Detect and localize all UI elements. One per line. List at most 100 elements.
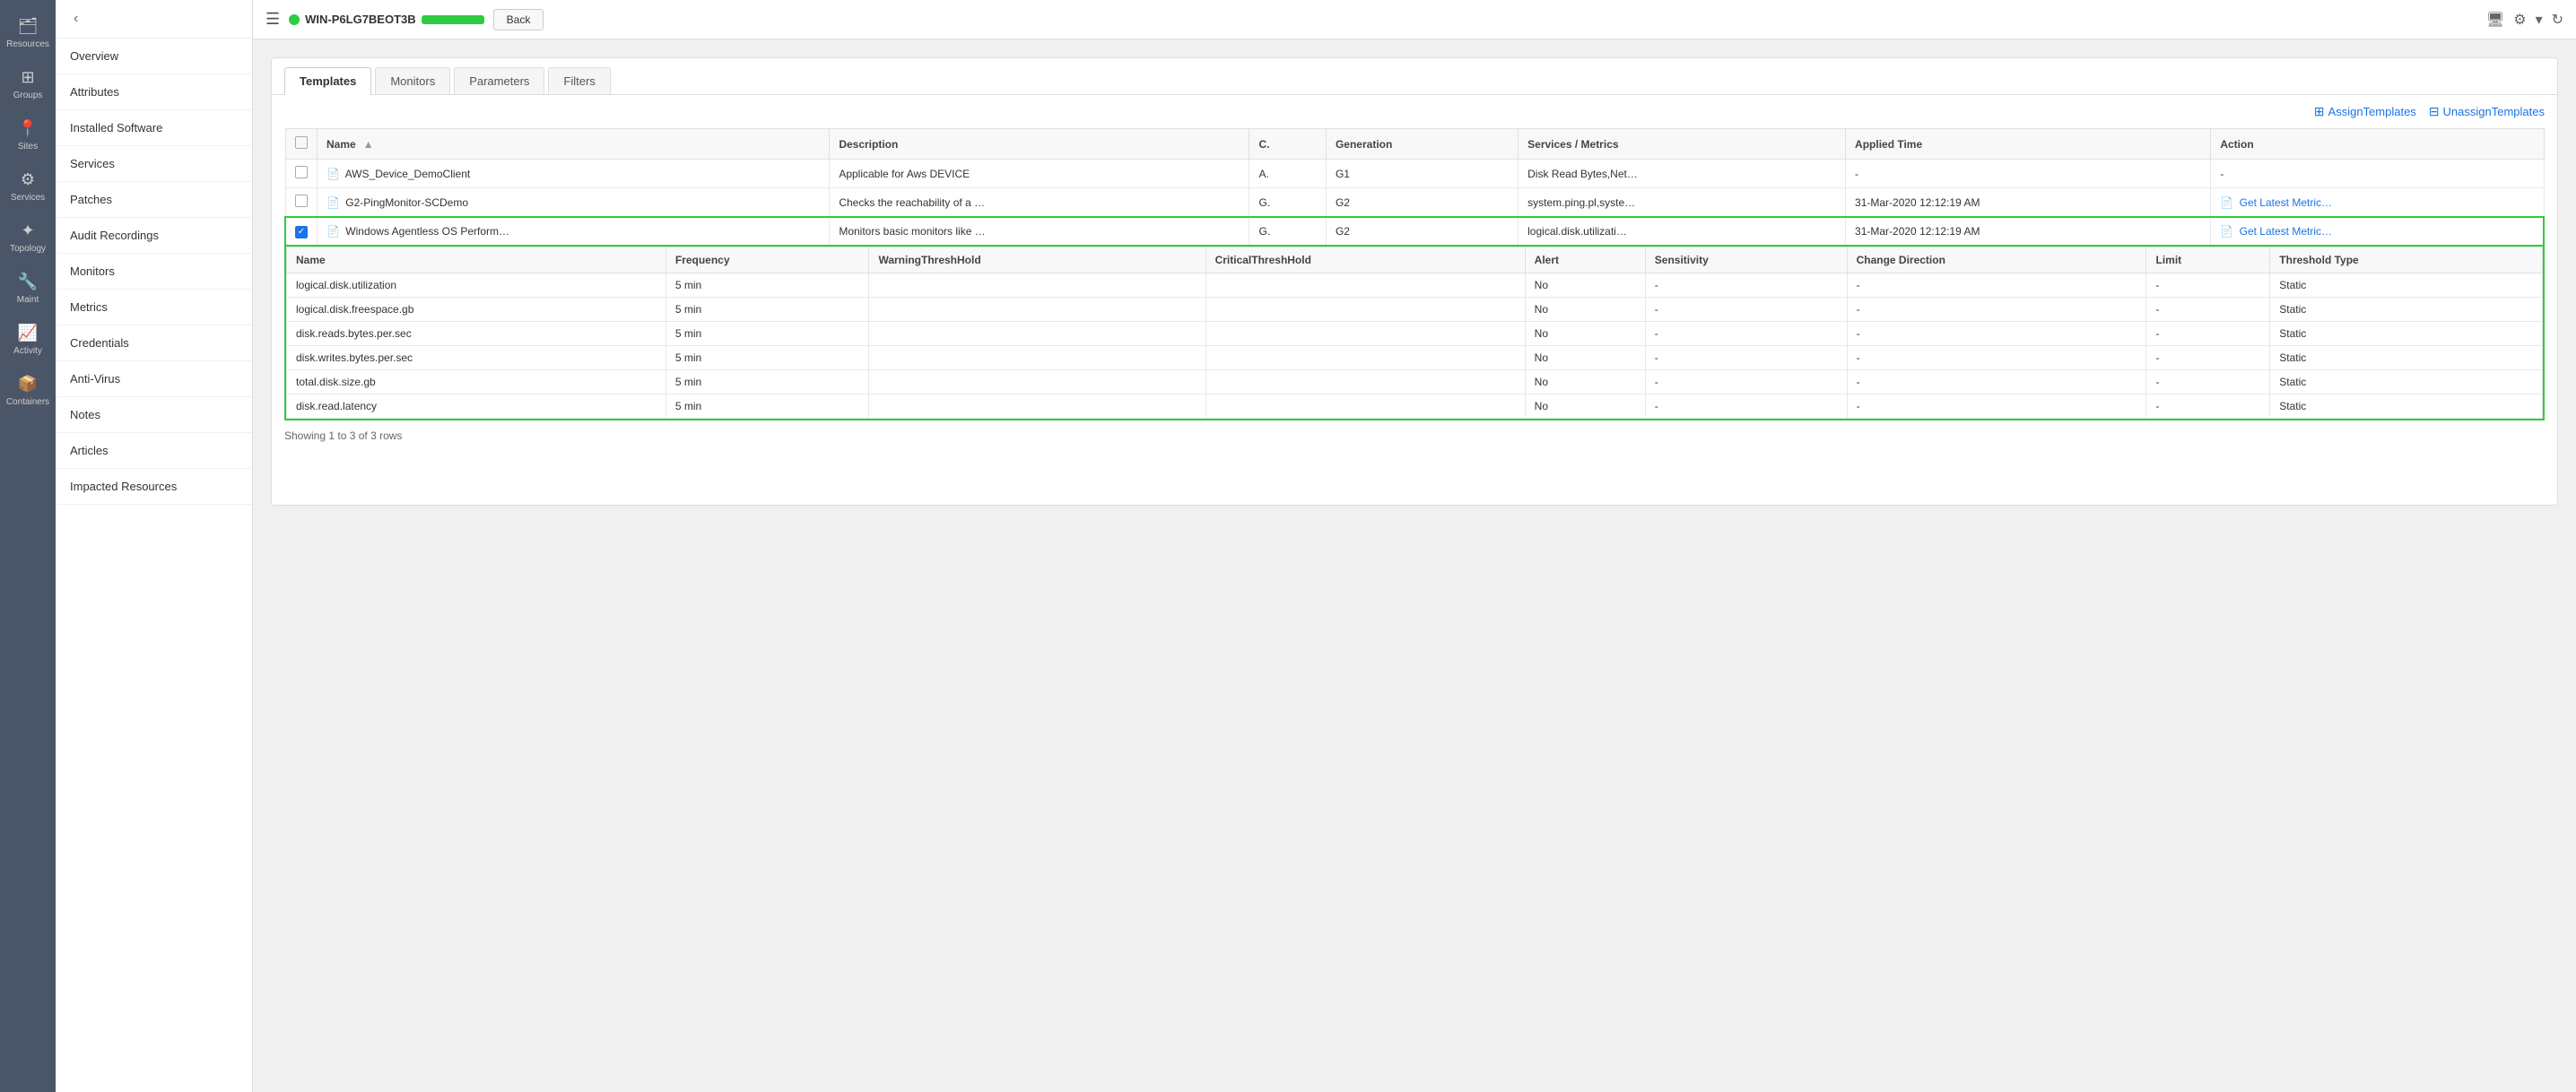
nav-groups-label: Groups <box>13 91 43 100</box>
nav-containers-label: Containers <box>6 397 49 407</box>
sub-row-sensitivity: - <box>1645 273 1847 297</box>
assign-templates-label: AssignTemplates <box>2328 105 2416 118</box>
table-body: 📄 AWS_Device_DemoClient Applicable for A… <box>285 160 2544 420</box>
sidebar-item-overview[interactable]: Overview <box>56 39 252 74</box>
tab-filters[interactable]: Filters <box>548 67 610 94</box>
sub-row-name: total.disk.size.gb <box>287 369 666 394</box>
unassign-templates-link[interactable]: ⊟ UnassignTemplates <box>2429 104 2545 119</box>
sub-row-frequency: 5 min <box>666 345 869 369</box>
sub-table-data-row: total.disk.size.gb 5 min No - - - Static <box>287 369 2543 394</box>
tab-templates[interactable]: Templates <box>284 67 371 95</box>
sidebar-item-attributes[interactable]: Attributes <box>56 74 252 110</box>
nav-topology[interactable]: ✦ Topology <box>0 212 56 263</box>
sub-header-limit: Limit <box>2146 247 2270 273</box>
nav-resources-label: Resources <box>6 39 49 49</box>
action-bar: ⊞ AssignTemplates ⊟ UnassignTemplates <box>272 95 2557 128</box>
nav-maint[interactable]: 🔧 Maint <box>0 263 56 314</box>
sub-row-critical <box>1205 297 1525 321</box>
sub-row-threshold-type: Static <box>2270 394 2543 418</box>
sub-row-sensitivity: - <box>1645 321 1847 345</box>
row1-action: - <box>2211 160 2544 188</box>
topbar: ☰ WIN-P6LG7BEOT3B Back 🖥 ⚙ ▾ ↻ <box>253 0 2576 39</box>
content-area: Templates Monitors Parameters Filters ⊞ … <box>253 39 2576 1092</box>
row2-checkbox[interactable] <box>295 195 308 207</box>
icon-navigation: 🗂 Resources ⊞ Groups 📍 Sites ⚙ Services … <box>0 0 56 1092</box>
row2-name: 📄 G2-PingMonitor-SCDemo <box>318 188 830 218</box>
action-doc-icon-3: 📄 <box>2220 225 2233 238</box>
sub-row-warning <box>869 345 1205 369</box>
row2-get-link[interactable]: Get Latest Metric… <box>2240 196 2332 209</box>
topology-icon: ✦ <box>18 221 38 240</box>
doc-icon: 📄 <box>326 168 340 180</box>
nav-sites[interactable]: 📍 Sites <box>0 109 56 160</box>
table-row-expanded-header: ✓ 📄 Windows Agentless OS Perform… Monito… <box>285 217 2544 246</box>
sub-table-data-row: disk.writes.bytes.per.sec 5 min No - - -… <box>287 345 2543 369</box>
nav-resources[interactable]: 🗂 Resources <box>0 7 56 58</box>
sidebar-item-services[interactable]: Services <box>56 146 252 182</box>
tab-parameters[interactable]: Parameters <box>454 67 544 94</box>
dropdown-arrow-icon[interactable]: ▾ <box>2536 11 2543 29</box>
topbar-right: 🖥 ⚙ ▾ ↻ <box>2486 11 2563 29</box>
sub-row-threshold-type: Static <box>2270 369 2543 394</box>
header-applied-time: Applied Time <box>1846 129 2211 160</box>
device-name: WIN-P6LG7BEOT3B <box>305 13 416 26</box>
sidebar-back-button[interactable]: ‹ <box>68 9 83 29</box>
sidebar-item-patches[interactable]: Patches <box>56 182 252 218</box>
tabs-bar: Templates Monitors Parameters Filters <box>272 58 2557 95</box>
row2-applied-time: 31-Mar-2020 12:12:19 AM <box>1846 188 2211 218</box>
row3-checkbox[interactable]: ✓ <box>295 226 308 238</box>
row3-get-link[interactable]: Get Latest Metric… <box>2240 225 2332 238</box>
tab-monitors[interactable]: Monitors <box>375 67 450 94</box>
sidebar-item-audit-recordings[interactable]: Audit Recordings <box>56 218 252 254</box>
nav-groups[interactable]: ⊞ Groups <box>0 58 56 109</box>
sites-icon: 📍 <box>18 118 38 138</box>
sub-table-data-row: logical.disk.freespace.gb 5 min No - - -… <box>287 297 2543 321</box>
sidebar-item-monitors[interactable]: Monitors <box>56 254 252 290</box>
row3-generation: G2 <box>1326 217 1518 246</box>
sub-row-warning <box>869 273 1205 297</box>
sub-row-name: logical.disk.freespace.gb <box>287 297 666 321</box>
row3-action: 📄 Get Latest Metric… <box>2211 217 2544 246</box>
sidebar-item-articles[interactable]: Articles <box>56 433 252 469</box>
sidebar-item-impacted-resources[interactable]: Impacted Resources <box>56 469 252 505</box>
table-row: 📄 G2-PingMonitor-SCDemo Checks the reach… <box>285 188 2544 218</box>
sub-row-change-direction: - <box>1847 394 2146 418</box>
sub-row-warning <box>869 394 1205 418</box>
nav-activity[interactable]: 📈 Activity <box>0 314 56 365</box>
sub-row-change-direction: - <box>1847 345 2146 369</box>
topbar-left: ☰ WIN-P6LG7BEOT3B Back <box>265 9 544 30</box>
monitor-icon[interactable]: 🖥 <box>2486 11 2504 29</box>
select-all-checkbox[interactable] <box>295 136 308 149</box>
sub-table-data-row: disk.read.latency 5 min No - - - Static <box>287 394 2543 418</box>
row1-checkbox[interactable] <box>295 166 308 178</box>
showing-text: Showing 1 to 3 of 3 rows <box>272 420 2557 451</box>
sub-row-threshold-type: Static <box>2270 345 2543 369</box>
sub-row-change-direction: - <box>1847 297 2146 321</box>
refresh-icon[interactable]: ↻ <box>2552 11 2563 29</box>
hamburger-icon[interactable]: ☰ <box>265 10 280 29</box>
sub-row-alert: No <box>1525 321 1645 345</box>
sub-row-warning <box>869 297 1205 321</box>
row2-generation: G2 <box>1326 188 1518 218</box>
sidebar-item-credentials[interactable]: Credentials <box>56 325 252 361</box>
row3-name: 📄 Windows Agentless OS Perform… <box>318 217 830 246</box>
sub-header-frequency: Frequency <box>666 247 869 273</box>
sidebar-item-anti-virus[interactable]: Anti-Virus <box>56 361 252 397</box>
sub-row-name: logical.disk.utilization <box>287 273 666 297</box>
sort-icon[interactable]: ▲ <box>363 138 374 151</box>
sidebar-item-installed-software[interactable]: Installed Software <box>56 110 252 146</box>
row1-services-metrics: Disk Read Bytes,Net… <box>1519 160 1846 188</box>
row3-services-metrics: logical.disk.utilizati… <box>1519 217 1846 246</box>
row1-generation: G1 <box>1326 160 1518 188</box>
assign-templates-link[interactable]: ⊞ AssignTemplates <box>2314 104 2416 119</box>
sidebar-item-metrics[interactable]: Metrics <box>56 290 252 325</box>
nav-containers[interactable]: 📦 Containers <box>0 365 56 416</box>
sub-table-body: logical.disk.utilization 5 min No - - - … <box>287 273 2543 418</box>
back-button[interactable]: Back <box>493 9 544 30</box>
sub-table-header-row: Name Frequency WarningThreshHold Critica… <box>287 247 2543 273</box>
sidebar-item-notes[interactable]: Notes <box>56 397 252 433</box>
nav-services[interactable]: ⚙ Services <box>0 160 56 212</box>
doc-icon-3: 📄 <box>326 225 340 238</box>
sub-row-warning <box>869 321 1205 345</box>
settings-icon[interactable]: ⚙ <box>2513 11 2526 29</box>
